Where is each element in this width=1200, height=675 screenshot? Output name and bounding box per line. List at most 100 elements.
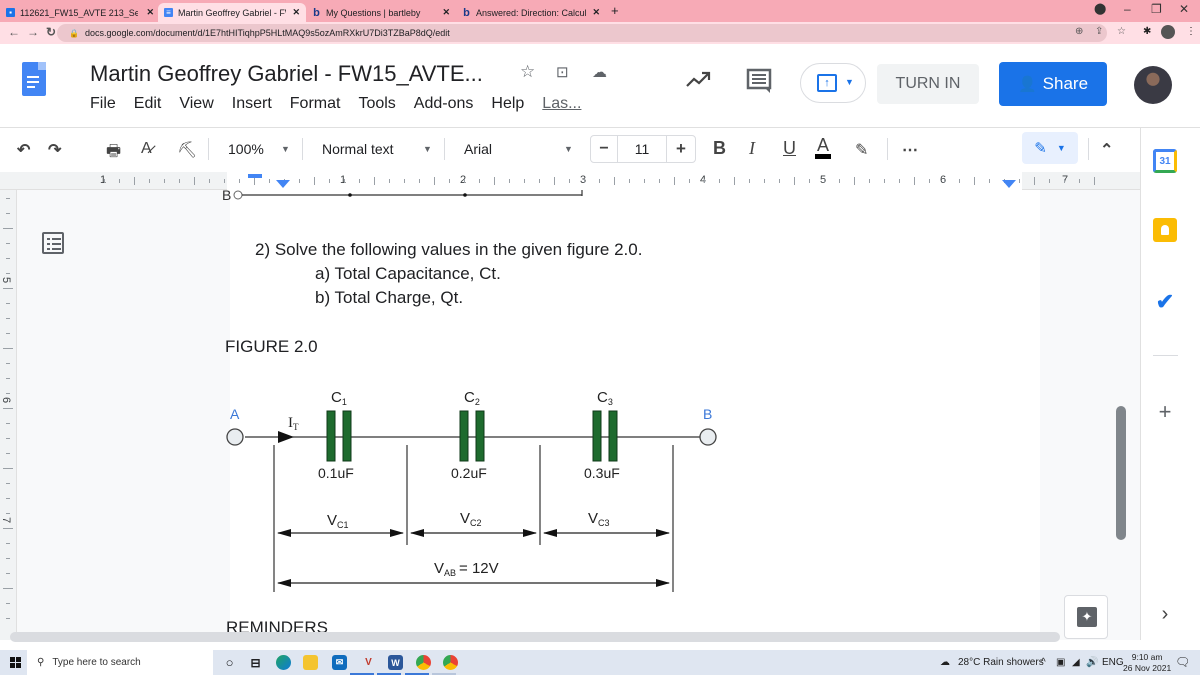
turn-in-button[interactable]: TURN IN: [877, 64, 979, 104]
mail-icon[interactable]: ✉: [332, 655, 347, 670]
docs-logo[interactable]: [22, 62, 46, 96]
chevron-down-icon[interactable]: ▼: [281, 144, 290, 154]
present-button[interactable]: ↑ ▼: [800, 63, 866, 103]
document-outline-icon[interactable]: [42, 232, 64, 254]
font-family-select[interactable]: Arial: [464, 141, 492, 157]
menu-add-ons[interactable]: Add-ons: [414, 95, 474, 113]
activity-trend-icon[interactable]: [685, 70, 711, 88]
menu-tools[interactable]: Tools: [358, 95, 395, 113]
browser-tab-active[interactable]: ≡ Martin Geoffrey Gabriel - FW15_ ✕: [158, 3, 306, 22]
left-indent-handle[interactable]: [276, 180, 290, 188]
expand-side-panel-button[interactable]: ›: [1153, 602, 1177, 626]
meet-now-icon[interactable]: ▣: [1056, 657, 1065, 668]
volume-icon[interactable]: 🔊: [1086, 657, 1098, 668]
chrome-profile-icon[interactable]: [416, 655, 431, 670]
weather-text[interactable]: 28°C Rain showers: [958, 657, 1044, 668]
chevron-down-icon[interactable]: ▼: [564, 144, 573, 154]
keep-icon[interactable]: [1153, 218, 1177, 242]
wifi-icon[interactable]: ◢: [1072, 657, 1080, 668]
tasks-icon[interactable]: ✔: [1153, 289, 1177, 314]
reload-icon[interactable]: ↻: [46, 25, 56, 39]
highlight-color-icon[interactable]: ✎: [855, 140, 868, 160]
vertical-ruler[interactable]: 5 6 7: [0, 190, 17, 640]
notifications-icon[interactable]: 🗨: [1175, 655, 1190, 669]
more-options-button[interactable]: ⋯: [902, 140, 918, 160]
undo-icon[interactable]: ↶: [17, 140, 30, 160]
explore-button[interactable]: ✦: [1064, 595, 1108, 639]
people-icon: 👤: [1017, 76, 1037, 93]
bold-button[interactable]: B: [713, 138, 726, 159]
language-indicator[interactable]: ENG: [1102, 657, 1124, 668]
close-tab-icon[interactable]: ✕: [442, 7, 450, 18]
paint-format-icon[interactable]: ⛏: [177, 140, 197, 160]
profile-avatar[interactable]: [1161, 25, 1175, 39]
share-button[interactable]: 👤 Share: [999, 62, 1107, 106]
get-addons-button[interactable]: +: [1153, 399, 1177, 424]
last-edit-link[interactable]: Las...: [542, 95, 581, 113]
share-page-icon[interactable]: ⇪: [1095, 26, 1103, 37]
menu-file[interactable]: File: [90, 95, 116, 113]
close-tab-icon[interactable]: ✕: [292, 7, 300, 18]
browser-tab[interactable]: ▪ 112621_FW15_AVTE 213_Seatwo ✕: [0, 3, 160, 22]
collapse-toolbar-icon[interactable]: ⌃: [1100, 140, 1113, 160]
star-icon[interactable]: ☆: [520, 62, 535, 82]
close-window-icon[interactable]: ✕: [1179, 2, 1189, 16]
underline-button[interactable]: U: [783, 138, 796, 159]
decrease-font-size-button[interactable]: −: [591, 136, 617, 162]
menu-edit[interactable]: Edit: [134, 95, 162, 113]
right-indent-handle[interactable]: [1002, 180, 1016, 188]
text-color-button[interactable]: A: [815, 136, 832, 159]
close-tab-icon[interactable]: ✕: [592, 7, 600, 18]
tab-search-icon[interactable]: ⬤: [1094, 2, 1106, 15]
menu-view[interactable]: View: [179, 95, 213, 113]
taskbar-search-input[interactable]: ⚲ Type here to search: [27, 650, 213, 675]
weather-icon[interactable]: ☁: [940, 657, 950, 668]
chevron-down-icon[interactable]: ▼: [423, 144, 432, 154]
new-tab-button[interactable]: +: [611, 3, 619, 18]
word-icon[interactable]: W: [388, 655, 403, 670]
zoom-select[interactable]: 100%: [228, 141, 264, 157]
ruler-tick: [689, 179, 690, 183]
forward-icon[interactable]: →: [27, 25, 39, 39]
file-explorer-icon[interactable]: [303, 655, 318, 670]
italic-button[interactable]: I: [749, 138, 755, 159]
vertical-scrollbar-thumb[interactable]: [1116, 406, 1126, 540]
zoom-icon[interactable]: ⊕: [1075, 26, 1083, 37]
spellcheck-icon[interactable]: A̷: [141, 140, 152, 158]
paragraph-style-select[interactable]: Normal text: [322, 141, 394, 157]
font-size-input[interactable]: 11: [617, 136, 667, 162]
browser-menu-icon[interactable]: ⋮: [1186, 26, 1196, 37]
print-icon[interactable]: 🖶: [106, 140, 121, 167]
increase-font-size-button[interactable]: +: [667, 136, 695, 162]
task-view-icon[interactable]: ⊟: [248, 655, 263, 670]
first-line-indent-handle[interactable]: [248, 174, 262, 178]
menu-insert[interactable]: Insert: [232, 95, 272, 113]
bookmark-star-icon[interactable]: ☆: [1117, 26, 1126, 37]
restore-icon[interactable]: ❐: [1151, 2, 1162, 16]
move-to-folder-icon[interactable]: ⊡: [556, 63, 569, 81]
clock[interactable]: 9:10 am 26 Nov 2021: [1123, 652, 1171, 674]
cortana-icon[interactable]: ○: [222, 655, 237, 670]
editing-mode-button[interactable]: ✎ ▼: [1022, 132, 1078, 164]
extensions-icon[interactable]: ✱: [1143, 26, 1151, 37]
close-tab-icon[interactable]: ✕: [146, 7, 154, 18]
windows-start-icon[interactable]: [10, 657, 21, 668]
comments-icon[interactable]: [746, 68, 772, 94]
account-avatar[interactable]: [1134, 66, 1172, 104]
menu-help[interactable]: Help: [491, 95, 524, 113]
back-icon[interactable]: ←: [8, 25, 20, 39]
show-hidden-icons[interactable]: ^: [1041, 657, 1046, 668]
chrome-icon[interactable]: [443, 655, 458, 670]
vr-app-icon[interactable]: V: [361, 655, 376, 670]
edge-icon[interactable]: [276, 655, 291, 670]
calendar-icon[interactable]: 31: [1153, 149, 1177, 173]
cloud-saved-icon[interactable]: ☁: [592, 63, 607, 81]
menu-format[interactable]: Format: [290, 95, 341, 113]
browser-tab[interactable]: b My Questions | bartleby ✕: [306, 3, 456, 22]
document-title[interactable]: Martin Geoffrey Gabriel - FW15_AVTE...: [90, 61, 483, 87]
browser-tab[interactable]: b Answered: Direction: Calculate th ✕: [456, 3, 606, 22]
horizontal-scrollbar[interactable]: [10, 632, 1060, 642]
redo-icon[interactable]: ↷: [48, 140, 61, 160]
address-bar[interactable]: 🔒 docs.google.com/document/d/1E7htHITiqh…: [57, 24, 1107, 42]
minimize-icon[interactable]: –: [1124, 2, 1131, 16]
